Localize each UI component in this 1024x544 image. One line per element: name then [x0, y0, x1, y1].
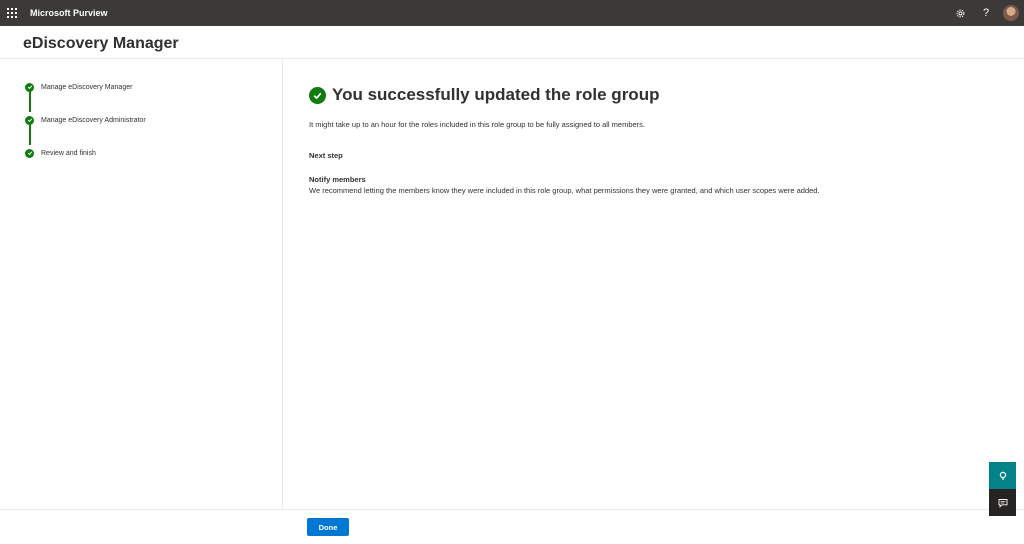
next-step-heading: Next step — [309, 151, 343, 160]
lightbulb-icon — [999, 471, 1006, 480]
avatar[interactable] — [1003, 5, 1019, 21]
page-header: eDiscovery Manager — [0, 26, 1024, 59]
app-launcher-icon — [7, 8, 17, 18]
check-circle-icon — [25, 115, 34, 125]
step-review-and-finish[interactable]: Review and finish — [25, 147, 96, 159]
step-connector — [29, 124, 31, 145]
success-header: You successfully updated the role group — [309, 85, 659, 105]
footer: Done — [0, 509, 1024, 544]
settings-button[interactable] — [947, 0, 973, 26]
feedback-button[interactable] — [989, 489, 1016, 516]
app-name[interactable]: Microsoft Purview — [30, 8, 108, 18]
success-check-icon — [309, 86, 326, 104]
step-label: Manage eDiscovery Administrator — [41, 116, 146, 124]
step-manage-ediscovery-manager[interactable]: Manage eDiscovery Manager — [25, 81, 132, 93]
check-circle-icon — [25, 148, 34, 158]
notify-members-description: We recommend letting the members know th… — [309, 186, 820, 195]
gear-icon — [956, 9, 964, 17]
feedback-icon — [998, 498, 1007, 508]
notify-members-title: Notify members — [309, 175, 366, 184]
page-title: eDiscovery Manager — [23, 35, 179, 52]
app-launcher-button[interactable] — [0, 0, 24, 26]
top-bar: Microsoft Purview ? — [0, 0, 1024, 26]
success-title: You successfully updated the role group — [332, 85, 660, 104]
step-connector — [29, 91, 31, 112]
wizard-steps-panel: Manage eDiscovery Manager Manage eDiscov… — [0, 59, 283, 509]
step-label: Review and finish — [41, 149, 96, 157]
done-button[interactable]: Done — [307, 518, 349, 536]
check-circle-icon — [25, 82, 34, 92]
help-button[interactable]: ? — [973, 0, 999, 26]
step-manage-ediscovery-administrator[interactable]: Manage eDiscovery Administrator — [25, 114, 146, 126]
success-description: It might take up to an hour for the role… — [309, 120, 646, 129]
help-icon: ? — [982, 7, 990, 19]
help-assistant-button[interactable] — [989, 462, 1016, 489]
step-label: Manage eDiscovery Manager — [41, 83, 133, 91]
